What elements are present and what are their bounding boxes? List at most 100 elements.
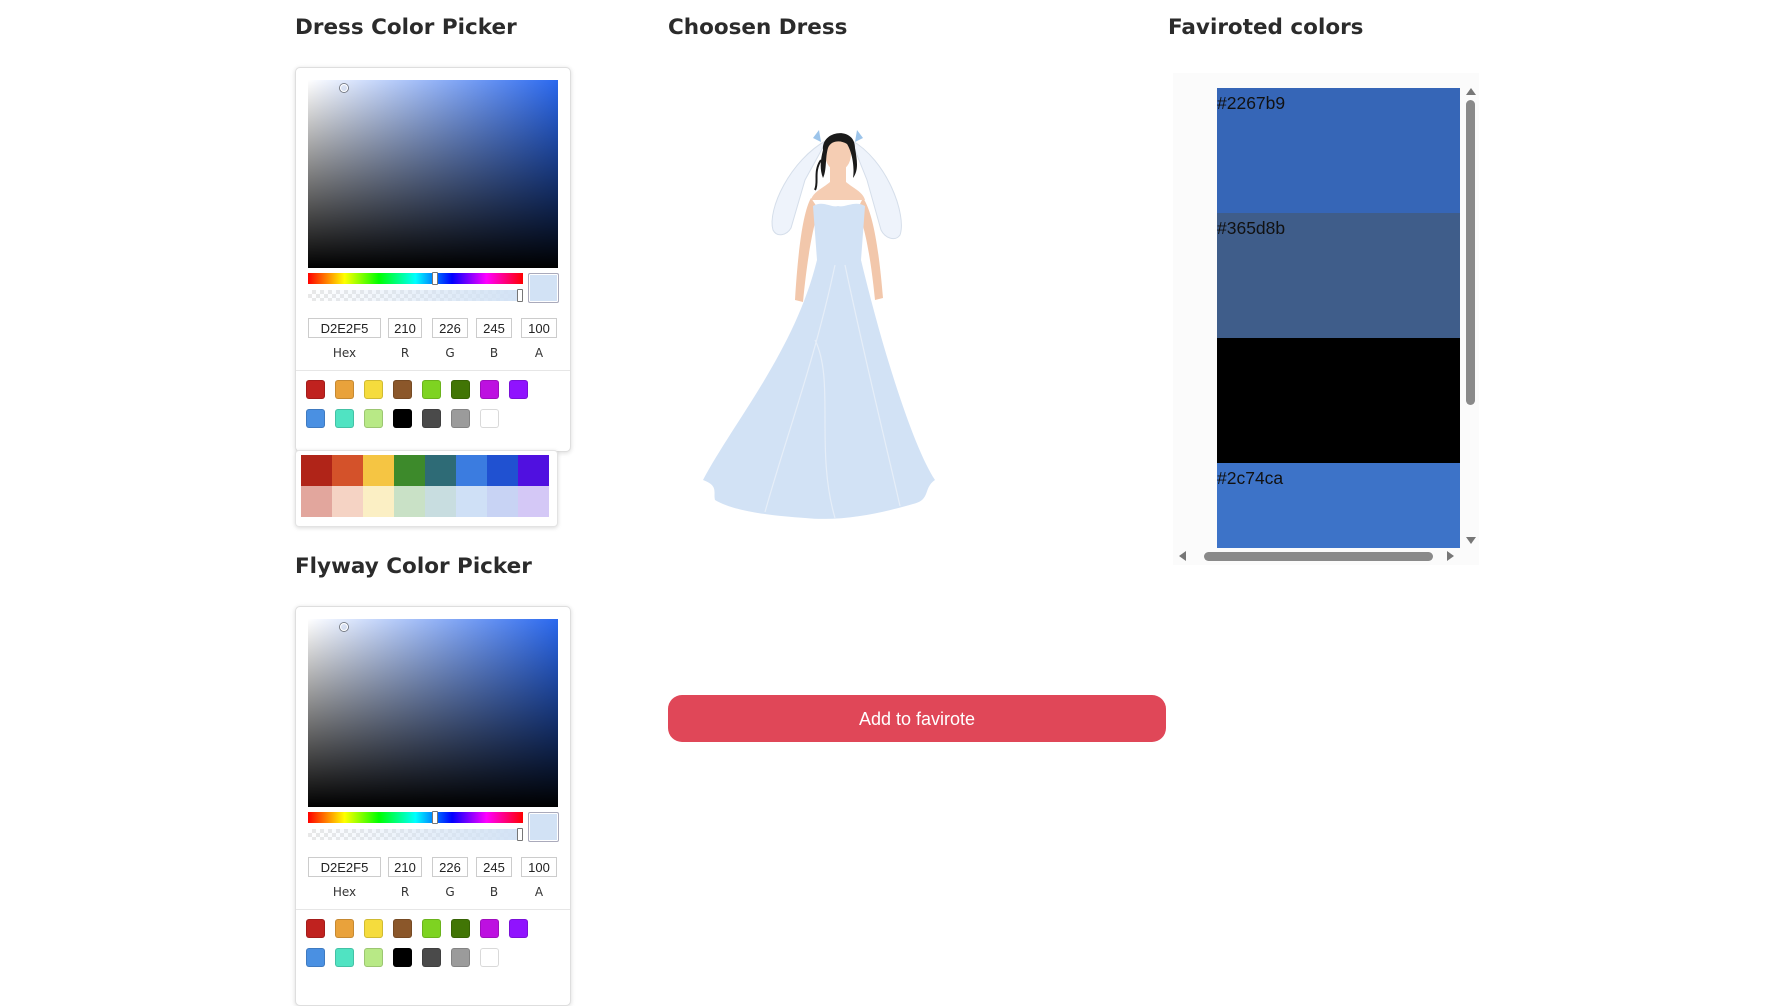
palette-color-cell[interactable] xyxy=(456,455,487,486)
preset-color-swatch[interactable] xyxy=(509,919,528,938)
palette-color-cell[interactable] xyxy=(301,486,332,517)
dress-illustration xyxy=(703,130,935,519)
preset-color-swatch[interactable] xyxy=(335,948,354,967)
favorite-color-item[interactable]: #2267b9 xyxy=(1217,88,1460,213)
palette-color-cell[interactable] xyxy=(487,455,518,486)
favorite-color-label: #2c74ca xyxy=(1217,468,1284,488)
preset-color-swatch[interactable] xyxy=(364,948,383,967)
hue-slider-handle[interactable] xyxy=(432,272,438,285)
hue-slider-handle[interactable] xyxy=(432,811,438,824)
preset-divider xyxy=(296,370,570,371)
preset-color-swatch[interactable] xyxy=(306,409,325,428)
favorite-color-item[interactable]: #365d8b xyxy=(1217,213,1460,338)
preset-color-swatch[interactable] xyxy=(364,409,383,428)
alpha-slider-handle[interactable] xyxy=(517,828,523,841)
preset-color-swatch[interactable] xyxy=(451,380,470,399)
preset-color-swatch[interactable] xyxy=(451,409,470,428)
preset-color-swatch[interactable] xyxy=(364,919,383,938)
dress-bodice xyxy=(813,203,865,260)
preset-color-swatch[interactable] xyxy=(364,380,383,399)
preset-color-swatch[interactable] xyxy=(393,948,412,967)
saturation-pointer[interactable] xyxy=(340,623,348,631)
palette-color-cell[interactable] xyxy=(301,455,332,486)
preset-color-swatch[interactable] xyxy=(422,919,441,938)
palette-color-cell[interactable] xyxy=(363,455,394,486)
preset-color-swatch[interactable] xyxy=(480,919,499,938)
green-input[interactable] xyxy=(432,318,468,338)
favorite-color-label: #365d8b xyxy=(1217,218,1286,238)
add-to-favorite-button[interactable]: Add to favirote xyxy=(668,695,1166,742)
saturation-area[interactable] xyxy=(308,80,558,268)
alpha-input[interactable] xyxy=(521,318,557,338)
preset-color-swatch[interactable] xyxy=(306,948,325,967)
hue-slider[interactable] xyxy=(308,272,523,285)
alpha-label: A xyxy=(534,346,544,360)
palette-color-cell[interactable] xyxy=(394,486,425,517)
preset-color-swatch[interactable] xyxy=(335,409,354,428)
alpha-input[interactable] xyxy=(521,857,557,877)
hue-slider[interactable] xyxy=(308,811,523,824)
palette-color-cell[interactable] xyxy=(332,486,363,517)
preset-color-swatch[interactable] xyxy=(451,919,470,938)
color-palette xyxy=(295,450,558,527)
dress-color-picker: Hex R G B A xyxy=(295,67,571,452)
horizontal-scrollbar[interactable] xyxy=(1179,550,1469,562)
preset-color-swatch[interactable] xyxy=(451,948,470,967)
red-input[interactable] xyxy=(388,857,422,877)
alpha-slider[interactable] xyxy=(308,289,523,302)
preset-color-swatch[interactable] xyxy=(422,948,441,967)
scroll-down-arrow-icon[interactable] xyxy=(1466,537,1476,544)
red-input[interactable] xyxy=(388,318,422,338)
palette-color-cell[interactable] xyxy=(363,486,394,517)
preset-color-swatch[interactable] xyxy=(422,409,441,428)
preset-color-swatch[interactable] xyxy=(480,948,499,967)
preset-color-swatch[interactable] xyxy=(393,919,412,938)
red-label: R xyxy=(400,346,410,360)
preset-color-swatch[interactable] xyxy=(393,409,412,428)
preset-color-swatch[interactable] xyxy=(335,919,354,938)
palette-color-cell[interactable] xyxy=(332,455,363,486)
green-label: G xyxy=(445,346,455,360)
horizontal-scroll-thumb[interactable] xyxy=(1204,552,1433,561)
scroll-left-arrow-icon[interactable] xyxy=(1179,551,1186,561)
hex-input[interactable] xyxy=(308,857,381,877)
palette-color-cell[interactable] xyxy=(425,486,456,517)
favorites-panel: #2267b9 #365d8b #2c74ca xyxy=(1173,73,1479,565)
preset-color-swatch[interactable] xyxy=(422,380,441,399)
palette-color-cell[interactable] xyxy=(518,455,549,486)
palette-color-cell[interactable] xyxy=(487,486,518,517)
blue-label: B xyxy=(489,885,499,899)
alpha-slider-handle[interactable] xyxy=(517,289,523,302)
blue-input[interactable] xyxy=(476,318,512,338)
preset-color-swatch[interactable] xyxy=(306,919,325,938)
favorited-colors-heading: Faviroted colors xyxy=(1168,15,1364,40)
palette-color-cell[interactable] xyxy=(518,486,549,517)
preset-color-swatch[interactable] xyxy=(393,380,412,399)
preset-color-swatch[interactable] xyxy=(509,380,528,399)
palette-color-cell[interactable] xyxy=(394,455,425,486)
alpha-slider[interactable] xyxy=(308,828,523,841)
vertical-scroll-thumb[interactable] xyxy=(1466,100,1475,405)
green-input[interactable] xyxy=(432,857,468,877)
saturation-area[interactable] xyxy=(308,619,558,807)
favorites-list[interactable]: #2267b9 #365d8b #2c74ca xyxy=(1217,88,1460,548)
blue-label: B xyxy=(489,346,499,360)
preset-color-swatch[interactable] xyxy=(306,380,325,399)
saturation-pointer[interactable] xyxy=(340,84,348,92)
hex-input[interactable] xyxy=(308,318,381,338)
red-label: R xyxy=(400,885,410,899)
vertical-scrollbar[interactable] xyxy=(1465,88,1477,548)
scroll-up-arrow-icon[interactable] xyxy=(1466,88,1476,95)
preset-color-swatch[interactable] xyxy=(480,380,499,399)
favorite-color-label: #2267b9 xyxy=(1217,93,1286,113)
blue-input[interactable] xyxy=(476,857,512,877)
preset-color-swatch[interactable] xyxy=(335,380,354,399)
hex-label: Hex xyxy=(332,885,357,899)
favorite-color-item[interactable] xyxy=(1217,338,1460,463)
flyway-color-picker: Hex R G B A xyxy=(295,606,571,1006)
favorite-color-item[interactable]: #2c74ca xyxy=(1217,463,1460,548)
palette-color-cell[interactable] xyxy=(456,486,487,517)
scroll-right-arrow-icon[interactable] xyxy=(1447,551,1454,561)
palette-color-cell[interactable] xyxy=(425,455,456,486)
preset-color-swatch[interactable] xyxy=(480,409,499,428)
